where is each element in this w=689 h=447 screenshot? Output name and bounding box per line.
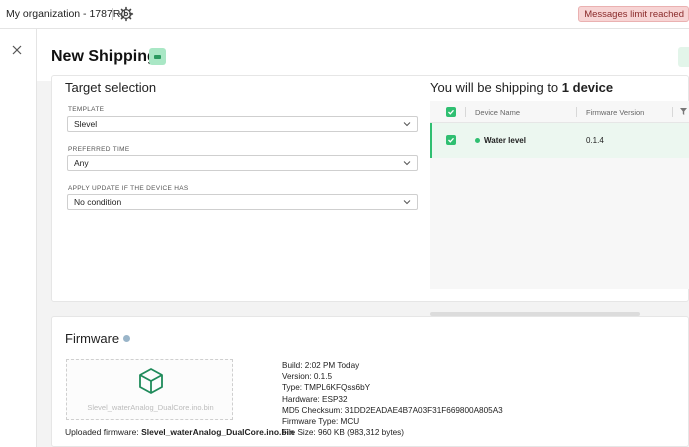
messages-limit-badge[interactable]: Messages limit reached xyxy=(578,6,689,22)
column-divider xyxy=(672,107,673,117)
preferred-time-value: Any xyxy=(74,158,89,168)
column-device-name[interactable]: Device Name xyxy=(475,108,520,117)
template-label: TEMPLATE xyxy=(68,106,105,113)
firmware-kind: Firmware Type: MCU xyxy=(282,417,360,427)
info-icon[interactable] xyxy=(123,335,130,342)
table-row[interactable]: Water level 0.1.4 xyxy=(430,123,689,158)
preferred-time-select[interactable]: Any xyxy=(67,155,418,171)
firmware-type-id: Type: TMPL6KFQss6bY xyxy=(282,383,371,393)
row-checkbox[interactable] xyxy=(446,135,456,145)
firmware-card: Firmware Slevel_waterAnalog_DualCore.ino… xyxy=(51,316,689,447)
left-strip xyxy=(0,29,37,447)
org-name: My organization - 1787RJ xyxy=(6,8,126,20)
column-firmware-version[interactable]: Firmware Version xyxy=(586,108,644,117)
device-firmware-version: 0.1.4 xyxy=(586,136,604,145)
shipping-device-count: 1 device xyxy=(561,80,614,95)
firmware-version: Version: 0.1.5 xyxy=(282,372,333,382)
firmware-details: Build: 2:02 PM Today Version: 0.1.5 Type… xyxy=(282,360,503,438)
firmware-hardware: Hardware: ESP32 xyxy=(282,394,348,404)
template-select[interactable]: Slevel xyxy=(67,116,418,132)
firmware-title: Firmware xyxy=(65,331,120,346)
firmware-build: Build: 2:02 PM Today xyxy=(282,361,360,370)
status-dot xyxy=(475,138,480,143)
chevron-down-icon xyxy=(403,200,411,205)
shipping-summary-title: You will be shipping to 1 device xyxy=(430,80,613,95)
tag-icon[interactable] xyxy=(149,48,166,65)
top-bar: My organization - 1787RJ ▾ Messages limi… xyxy=(0,0,689,29)
preferred-time-label: PREFERRED TIME xyxy=(68,146,130,153)
select-all-checkbox[interactable] xyxy=(446,107,456,117)
chevron-down-icon xyxy=(403,122,411,127)
device-table: Device Name Firmware Version Water level… xyxy=(430,101,689,316)
target-selection-title: Target selection xyxy=(65,80,157,95)
apply-condition-select[interactable]: No condition xyxy=(67,194,418,210)
filter-icon[interactable] xyxy=(680,108,687,115)
page-title: New Shipping xyxy=(51,48,157,65)
device-name[interactable]: Water level xyxy=(484,136,526,145)
uploaded-firmware: Uploaded firmware: Slevel_waterAnalog_Du… xyxy=(65,427,294,437)
firmware-upload-dropzone[interactable]: Slevel_waterAnalog_DualCore.ino.bin xyxy=(66,359,233,420)
apply-condition-value: No condition xyxy=(74,197,122,207)
divider xyxy=(112,8,113,20)
close-icon[interactable] xyxy=(11,44,23,56)
shipping-title-prefix: You will be shipping to xyxy=(430,80,559,95)
column-divider xyxy=(576,107,577,117)
template-value: Slevel xyxy=(74,119,98,129)
page-header: New Shipping xyxy=(37,29,689,81)
package-box-icon xyxy=(139,368,163,394)
column-divider xyxy=(465,107,466,117)
target-selection-card: Target selection TEMPLATE Slevel PREFERR… xyxy=(51,75,689,316)
firmware-size: File Size: 960 KB (983,312 bytes) xyxy=(282,428,404,438)
header-action-button[interactable] xyxy=(678,47,689,67)
apply-condition-label: APPLY UPDATE IF THE DEVICE HAS xyxy=(68,185,189,192)
org-selector[interactable]: My organization - 1787RJ ▾ xyxy=(6,8,133,20)
chevron-down-icon xyxy=(403,161,411,166)
uploaded-label: Uploaded firmware: xyxy=(65,427,139,437)
firmware-md5: MD5 Checksum: 31DD2EADAE4B7A03F31F669800… xyxy=(282,405,503,415)
uploaded-file: Slevel_waterAnalog_DualCore.ino.bin xyxy=(141,427,295,437)
gear-icon[interactable] xyxy=(118,6,134,22)
table-header: Device Name Firmware Version xyxy=(430,101,689,123)
upload-filename: Slevel_waterAnalog_DualCore.ino.bin xyxy=(87,403,214,412)
